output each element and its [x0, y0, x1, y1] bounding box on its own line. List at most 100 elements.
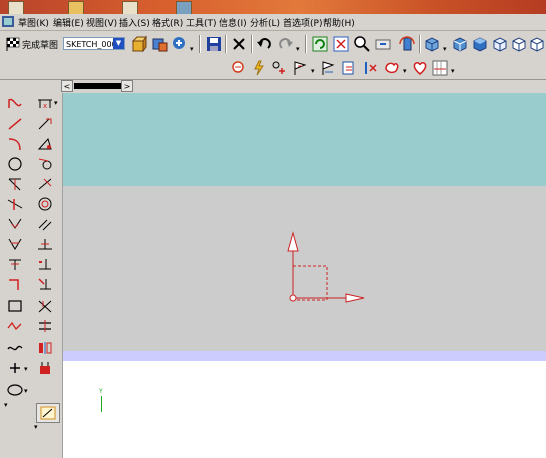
chevron-down-icon[interactable]: ▾: [443, 45, 447, 53]
rectangle-tool[interactable]: [4, 297, 26, 315]
menu-sketch[interactable]: 草图(K): [18, 16, 49, 29]
chevron-down-icon[interactable]: ▾: [4, 401, 8, 409]
menu-edit[interactable]: 编辑(E): [53, 16, 84, 29]
fixed-icon: [40, 362, 50, 374]
positioning-icon: [173, 37, 185, 49]
update-model-button[interactable]: [382, 58, 402, 78]
concentric-tool[interactable]: [34, 195, 56, 213]
chevron-down-icon[interactable]: ▼: [113, 38, 124, 49]
view-left-button[interactable]: [527, 34, 546, 54]
create-positioning-button[interactable]: [170, 34, 190, 54]
rectangle-icon: [8, 300, 22, 312]
chevron-down-icon[interactable]: ▾: [24, 365, 28, 373]
concentric-icon: [38, 197, 52, 211]
constraint-point-button[interactable]: [269, 58, 289, 78]
view-top-button[interactable]: [470, 34, 490, 54]
delete-button[interactable]: [229, 34, 249, 54]
quick-extend-tool[interactable]: [4, 195, 26, 213]
wcs-y-axis: [101, 396, 102, 412]
orient-view-button[interactable]: [129, 34, 149, 54]
spline-tool[interactable]: [4, 339, 26, 357]
save-button[interactable]: [204, 34, 224, 54]
fillet-tool[interactable]: [4, 215, 26, 233]
menu-preferences[interactable]: 首选项(P): [283, 16, 322, 29]
chevron-down-icon[interactable]: ▾: [296, 45, 300, 53]
midpoint-tool[interactable]: [34, 235, 56, 253]
mirror-tool[interactable]: [34, 339, 56, 357]
menu-view[interactable]: 视图(V): [86, 16, 117, 29]
corner-tool[interactable]: [4, 275, 26, 293]
sketch-mode-button[interactable]: [36, 403, 60, 423]
collinear-tool[interactable]: [34, 297, 56, 315]
reattach-button[interactable]: [150, 34, 170, 54]
chevron-down-icon[interactable]: ▾: [190, 45, 194, 53]
undo-button[interactable]: [254, 34, 274, 54]
convert-reference-button[interactable]: [339, 58, 359, 78]
equal-length-tool[interactable]: [34, 317, 56, 335]
refresh-button[interactable]: [310, 34, 330, 54]
sketch-menu-icon: [2, 16, 14, 27]
animate-dimension-button[interactable]: [318, 58, 338, 78]
document-icon: [122, 1, 138, 15]
rotate-button[interactable]: [397, 34, 417, 54]
circle-tool[interactable]: [4, 155, 26, 173]
infer-constraints-button[interactable]: [249, 58, 269, 78]
sketch-style-button[interactable]: [410, 58, 430, 78]
constraints-tool[interactable]: [34, 115, 56, 133]
toolbar-separator: [251, 35, 253, 53]
chevron-down-icon[interactable]: ▾: [34, 423, 38, 431]
redo-icon: [279, 38, 293, 49]
angle-tool[interactable]: [34, 135, 56, 153]
menu-help[interactable]: 帮助(H): [323, 16, 355, 29]
quick-trim-tool[interactable]: [4, 175, 26, 193]
point-tool[interactable]: [4, 359, 26, 377]
cube-top-icon: [473, 37, 487, 52]
menu-info[interactable]: 信息(I): [219, 16, 247, 29]
chevron-down-icon[interactable]: ▾: [403, 67, 407, 75]
menu-analysis[interactable]: 分析(L): [250, 16, 280, 29]
menu-tools[interactable]: 工具(T): [186, 16, 217, 29]
ellipse-tool[interactable]: [4, 381, 26, 399]
menu-insert[interactable]: 插入(S): [119, 16, 150, 29]
scroll-thumb[interactable]: [74, 83, 122, 89]
chamfer-tool[interactable]: [4, 235, 26, 253]
offset-tool[interactable]: [4, 255, 26, 273]
shaded-view-button[interactable]: [422, 34, 442, 54]
update-icon: [385, 62, 399, 74]
fit-button[interactable]: [331, 34, 351, 54]
graphics-viewport[interactable]: Y: [63, 93, 546, 458]
line-tool[interactable]: [4, 115, 26, 133]
scroll-right-button[interactable]: >: [121, 80, 133, 92]
finish-sketch-button[interactable]: 完成草图: [6, 35, 58, 53]
alternate-solution-button[interactable]: [290, 58, 310, 78]
arc-tool[interactable]: [4, 135, 26, 153]
redo-button[interactable]: [276, 34, 296, 54]
show-all-constraints-button[interactable]: [228, 58, 248, 78]
sketch-extras-button[interactable]: [430, 58, 450, 78]
chevron-down-icon[interactable]: ▾: [451, 67, 455, 75]
pan-button[interactable]: [373, 34, 393, 54]
fixed-tool[interactable]: [34, 359, 56, 377]
view-right-button[interactable]: [509, 34, 529, 54]
chevron-down-icon[interactable]: ▾: [24, 387, 28, 395]
profile-tool[interactable]: [4, 95, 26, 113]
perpendicular-tool[interactable]: [34, 175, 56, 193]
sketch-name-select[interactable]: SKETCH_000 ▼: [63, 37, 125, 50]
tangent-tool[interactable]: [34, 155, 56, 173]
parallel-tool[interactable]: [34, 215, 56, 233]
chevron-down-icon[interactable]: ▾: [311, 67, 315, 75]
zoom-button[interactable]: [352, 34, 372, 54]
cube-shaded-icon: [425, 37, 439, 52]
sketch-curve-toolbar: ▾ ▾ ▾ x ▾ ▾: [0, 93, 63, 458]
view-iso-button[interactable]: [450, 34, 470, 54]
delay-evaluation-button[interactable]: [360, 58, 380, 78]
chevron-down-icon[interactable]: ▾: [54, 99, 58, 107]
app-icon: [8, 1, 24, 15]
horizontal-constraint-tool[interactable]: [34, 255, 56, 273]
menu-format[interactable]: 格式(R): [152, 16, 183, 29]
scroll-left-button[interactable]: <: [61, 80, 73, 92]
vertical-constraint-tool[interactable]: [34, 275, 56, 293]
view-front-button[interactable]: [490, 34, 510, 54]
polyline-tool[interactable]: [4, 317, 26, 335]
dimension-tool[interactable]: x: [34, 95, 56, 113]
